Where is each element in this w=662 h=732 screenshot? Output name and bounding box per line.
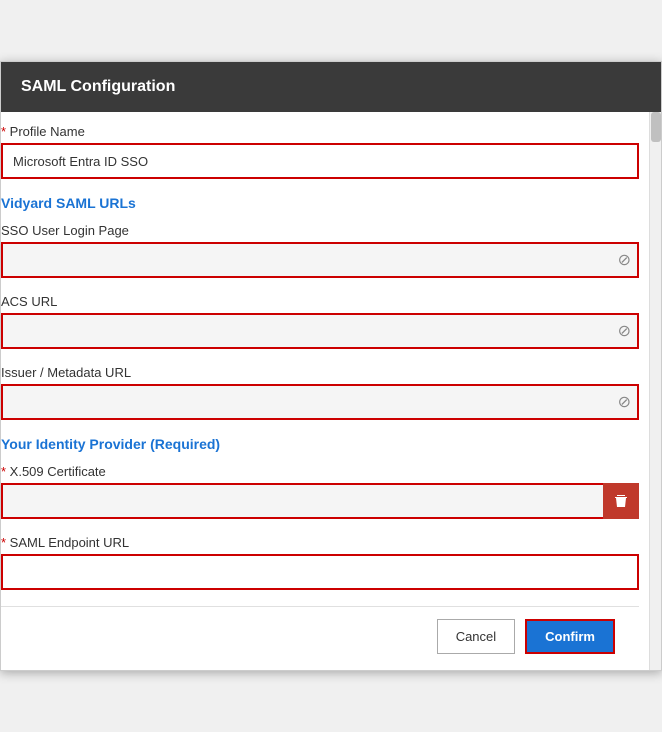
sso-login-label: SSO User Login Page [1,223,639,238]
x509-input-wrapper [1,483,639,519]
x509-group: X.509 Certificate [1,464,639,519]
modal-title: SAML Configuration [21,78,175,95]
trash-icon [613,493,629,509]
issuer-url-input-wrapper: ⊘ [1,384,639,420]
issuer-url-input[interactable] [1,384,639,420]
form-content: Profile Name Vidyard SAML URLs SSO User … [1,112,649,670]
sso-login-input[interactable] [1,242,639,278]
modal-header: SAML Configuration [1,62,661,112]
saml-endpoint-input-wrapper [1,554,639,590]
profile-name-group: Profile Name [1,124,639,179]
vidyard-saml-section-title: Vidyard SAML URLs [1,195,639,211]
saml-endpoint-input[interactable] [1,554,639,590]
profile-name-input-wrapper [1,143,639,179]
acs-url-input[interactable] [1,313,639,349]
confirm-button[interactable]: Confirm [525,619,615,654]
cancel-button[interactable]: Cancel [437,619,515,654]
saml-config-modal: SAML Configuration Profile Name Vidyard … [0,61,662,671]
scrollbar-track[interactable] [649,112,661,670]
profile-name-label: Profile Name [1,124,639,139]
acs-url-input-wrapper: ⊘ [1,313,639,349]
x509-input[interactable] [1,483,639,519]
sso-login-group: SSO User Login Page ⊘ [1,223,639,278]
saml-endpoint-label: SAML Endpoint URL [1,535,639,550]
acs-url-label: ACS URL [1,294,639,309]
acs-url-group: ACS URL ⊘ [1,294,639,349]
saml-endpoint-group: SAML Endpoint URL [1,535,639,590]
sso-login-input-wrapper: ⊘ [1,242,639,278]
x509-delete-button[interactable] [603,483,639,519]
scrollbar-thumb [651,112,661,142]
x509-label: X.509 Certificate [1,464,639,479]
modal-body-area: Profile Name Vidyard SAML URLs SSO User … [1,112,661,670]
identity-provider-section-title: Your Identity Provider (Required) [1,436,639,452]
issuer-url-label: Issuer / Metadata URL [1,365,639,380]
profile-name-input[interactable] [1,143,639,179]
modal-footer: Cancel Confirm [1,606,639,670]
issuer-url-group: Issuer / Metadata URL ⊘ [1,365,639,420]
